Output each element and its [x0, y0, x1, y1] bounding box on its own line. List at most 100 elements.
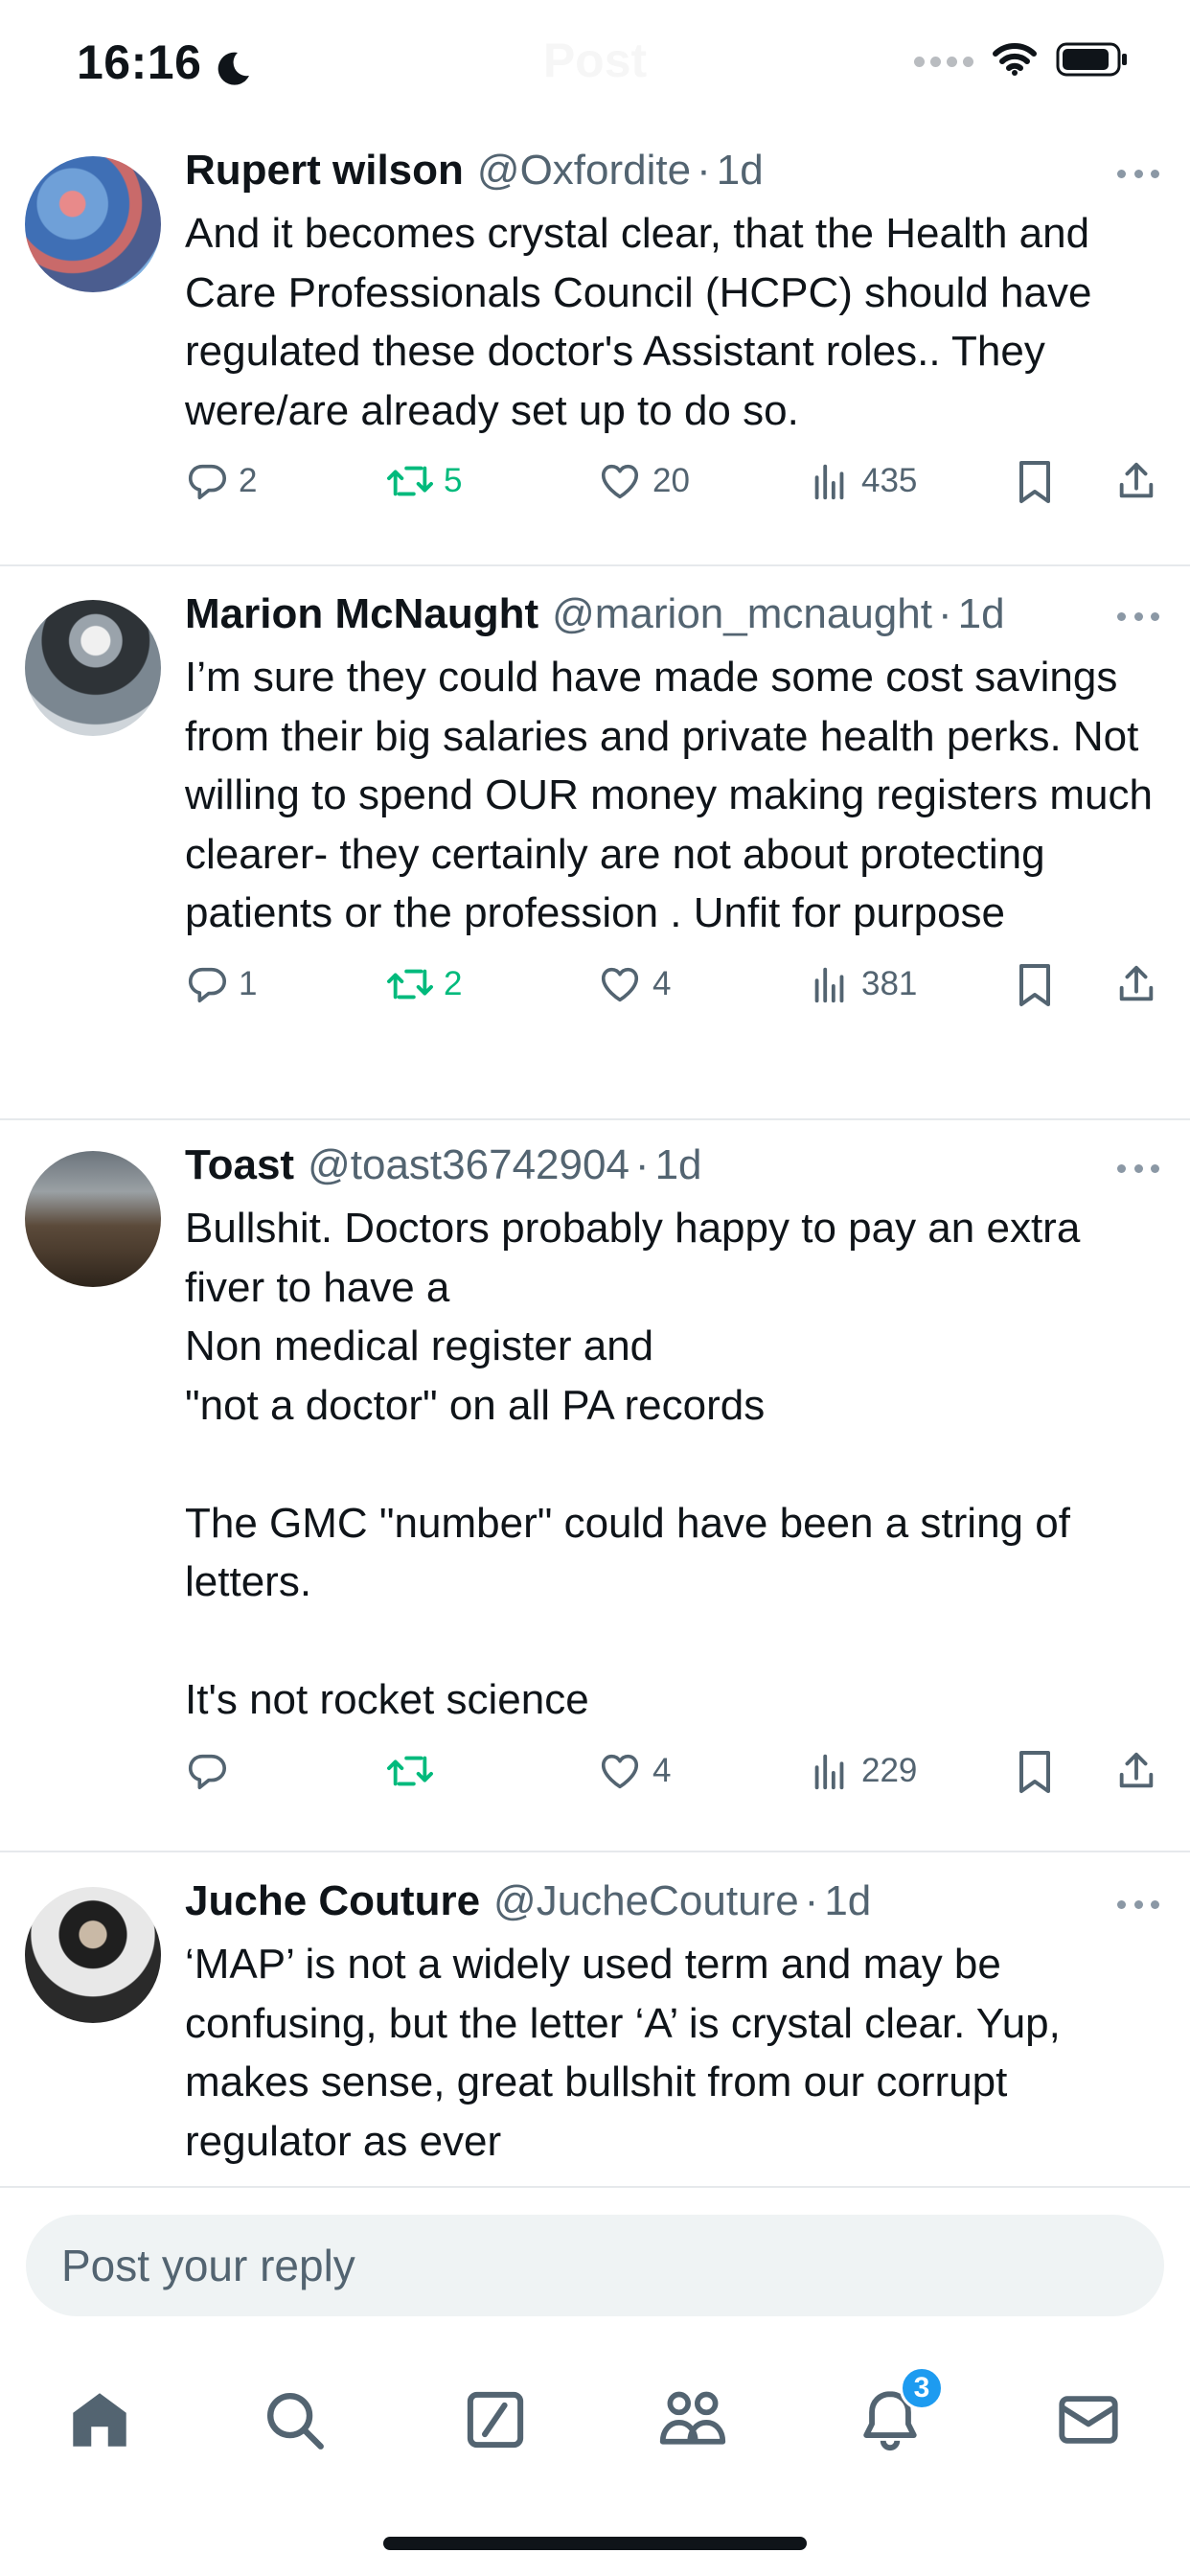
avatar[interactable]	[25, 600, 161, 736]
separator-dot: ·	[634, 1141, 650, 1188]
reply-icon	[185, 962, 229, 1006]
post-age[interactable]: 1d	[655, 1141, 702, 1189]
post-age[interactable]: 1d	[958, 590, 1005, 638]
share-icon	[1114, 1749, 1158, 1793]
view-count: 229	[861, 1751, 918, 1789]
author-name[interactable]: Marion McNaught	[185, 590, 538, 638]
moon-icon	[215, 43, 253, 85]
author-handle[interactable]: @toast36742904	[308, 1141, 629, 1189]
share-icon	[1114, 459, 1158, 503]
post-age[interactable]: 1d	[717, 147, 764, 195]
separator-dot: ·	[937, 590, 952, 637]
communities-icon	[657, 2386, 728, 2458]
author-handle[interactable]: @JucheCouture	[493, 1877, 799, 1925]
views-icon	[808, 459, 852, 503]
repost-button[interactable]: 5	[386, 459, 462, 503]
bottom-tab-bar: 3	[0, 2326, 1190, 2576]
tweet-header: Rupert wilson @Oxfordite · 1d	[185, 147, 1162, 204]
status-indicators	[914, 42, 1129, 81]
separator-dot: ·	[697, 147, 711, 194]
tab-grok[interactable]	[449, 2376, 541, 2468]
like-count: 4	[652, 1751, 672, 1789]
reply-input[interactable]	[26, 2215, 1164, 2316]
avatar[interactable]	[25, 1151, 161, 1287]
repost-icon	[386, 962, 434, 1006]
post-age[interactable]: 1d	[824, 1877, 871, 1925]
avatar[interactable]	[25, 1887, 161, 2023]
bookmark-button[interactable]	[1015, 459, 1055, 505]
bookmark-button[interactable]	[1015, 962, 1055, 1008]
bookmark-button[interactable]	[1015, 1749, 1055, 1795]
tab-messages[interactable]	[1042, 2376, 1134, 2468]
share-icon	[1114, 962, 1158, 1006]
clock-text: 16:16	[77, 35, 202, 89]
heart-icon	[597, 459, 643, 503]
like-button[interactable]: 20	[597, 459, 690, 503]
tab-home[interactable]	[54, 2376, 146, 2468]
home-indicator[interactable]	[383, 2537, 807, 2550]
like-count: 4	[652, 964, 672, 1002]
author-handle[interactable]: @marion_mcnaught	[552, 590, 932, 638]
author-name[interactable]: Juche Couture	[185, 1877, 480, 1925]
grok-icon	[464, 2388, 527, 2456]
more-options-icon[interactable]	[1117, 1164, 1159, 1176]
messages-icon	[1055, 2386, 1122, 2458]
repost-icon	[386, 1749, 434, 1793]
status-time: 16:16	[77, 34, 253, 90]
reply-button[interactable]: 2	[185, 459, 257, 503]
avatar[interactable]	[25, 156, 161, 292]
tweet-text[interactable]: I’m sure they could have made some cost …	[185, 648, 1162, 943]
tweet-header: Juche Couture @JucheCouture · 1d	[185, 1877, 1162, 1935]
reply-count: 1	[239, 964, 258, 1002]
tweet[interactable]: Marion McNaught @marion_mcnaught · 1d I’…	[0, 566, 1190, 1120]
share-button[interactable]	[1114, 962, 1158, 1006]
author-name[interactable]: Toast	[185, 1141, 294, 1189]
tweet[interactable]: Rupert wilson @Oxfordite · 1d And it bec…	[0, 129, 1190, 566]
repost-button[interactable]: 2	[386, 962, 462, 1006]
share-button[interactable]	[1114, 459, 1158, 503]
reply-button[interactable]: 1	[185, 962, 257, 1006]
author-name[interactable]: Rupert wilson	[185, 147, 464, 195]
tweet-header: Toast @toast36742904 · 1d	[185, 1141, 1162, 1199]
more-options-icon[interactable]	[1117, 170, 1159, 181]
bookmark-icon	[1015, 459, 1055, 505]
like-count: 20	[652, 462, 690, 499]
tweet-actions: 4 229	[185, 1730, 1162, 1826]
status-bar: Post 16:16	[0, 0, 1190, 129]
repost-count: 2	[444, 964, 463, 1002]
reply-feed: Rupert wilson @Oxfordite · 1d And it bec…	[0, 129, 1190, 2193]
tweet-header: Marion McNaught @marion_mcnaught · 1d	[185, 590, 1162, 648]
tweet-actions: 2 5 20 435	[185, 440, 1162, 536]
search-icon	[261, 2386, 328, 2458]
views-button[interactable]: 381	[808, 962, 917, 1006]
reply-composer	[0, 2186, 1190, 2326]
tab-communities[interactable]	[647, 2376, 739, 2468]
view-count: 435	[861, 462, 918, 499]
tweet[interactable]: Juche Couture @JucheCouture · 1d ‘MAP’ i…	[0, 1852, 1190, 2193]
like-button[interactable]: 4	[597, 1749, 671, 1793]
tweet-text[interactable]: ‘MAP’ is not a widely used term and may …	[185, 1935, 1162, 2171]
tab-search[interactable]	[248, 2376, 340, 2468]
views-button[interactable]: 229	[808, 1749, 917, 1793]
repost-button[interactable]	[386, 1749, 444, 1793]
author-handle[interactable]: @Oxfordite	[477, 147, 691, 195]
wifi-icon	[993, 43, 1037, 80]
tab-notifications[interactable]: 3	[844, 2366, 944, 2468]
heart-icon	[597, 962, 643, 1006]
more-options-icon[interactable]	[1117, 612, 1159, 624]
views-icon	[808, 1749, 852, 1793]
share-button[interactable]	[1114, 1749, 1158, 1793]
like-button[interactable]: 4	[597, 962, 671, 1006]
heart-icon	[597, 1749, 643, 1793]
cellular-signal-icon	[914, 57, 973, 67]
reply-button[interactable]	[185, 1749, 239, 1793]
repost-count: 5	[444, 462, 463, 499]
tweet-text[interactable]: Bullshit. Doctors probably happy to pay …	[185, 1199, 1162, 1730]
tweet-text[interactable]: And it becomes crystal clear, that the H…	[185, 204, 1162, 440]
notifications-badge: 3	[900, 2366, 944, 2410]
home-icon	[66, 2386, 133, 2458]
bookmark-icon	[1015, 962, 1055, 1008]
views-button[interactable]: 435	[808, 459, 917, 503]
tweet[interactable]: Toast @toast36742904 · 1d Bullshit. Doct…	[0, 1120, 1190, 1852]
more-options-icon[interactable]	[1117, 1900, 1159, 1912]
